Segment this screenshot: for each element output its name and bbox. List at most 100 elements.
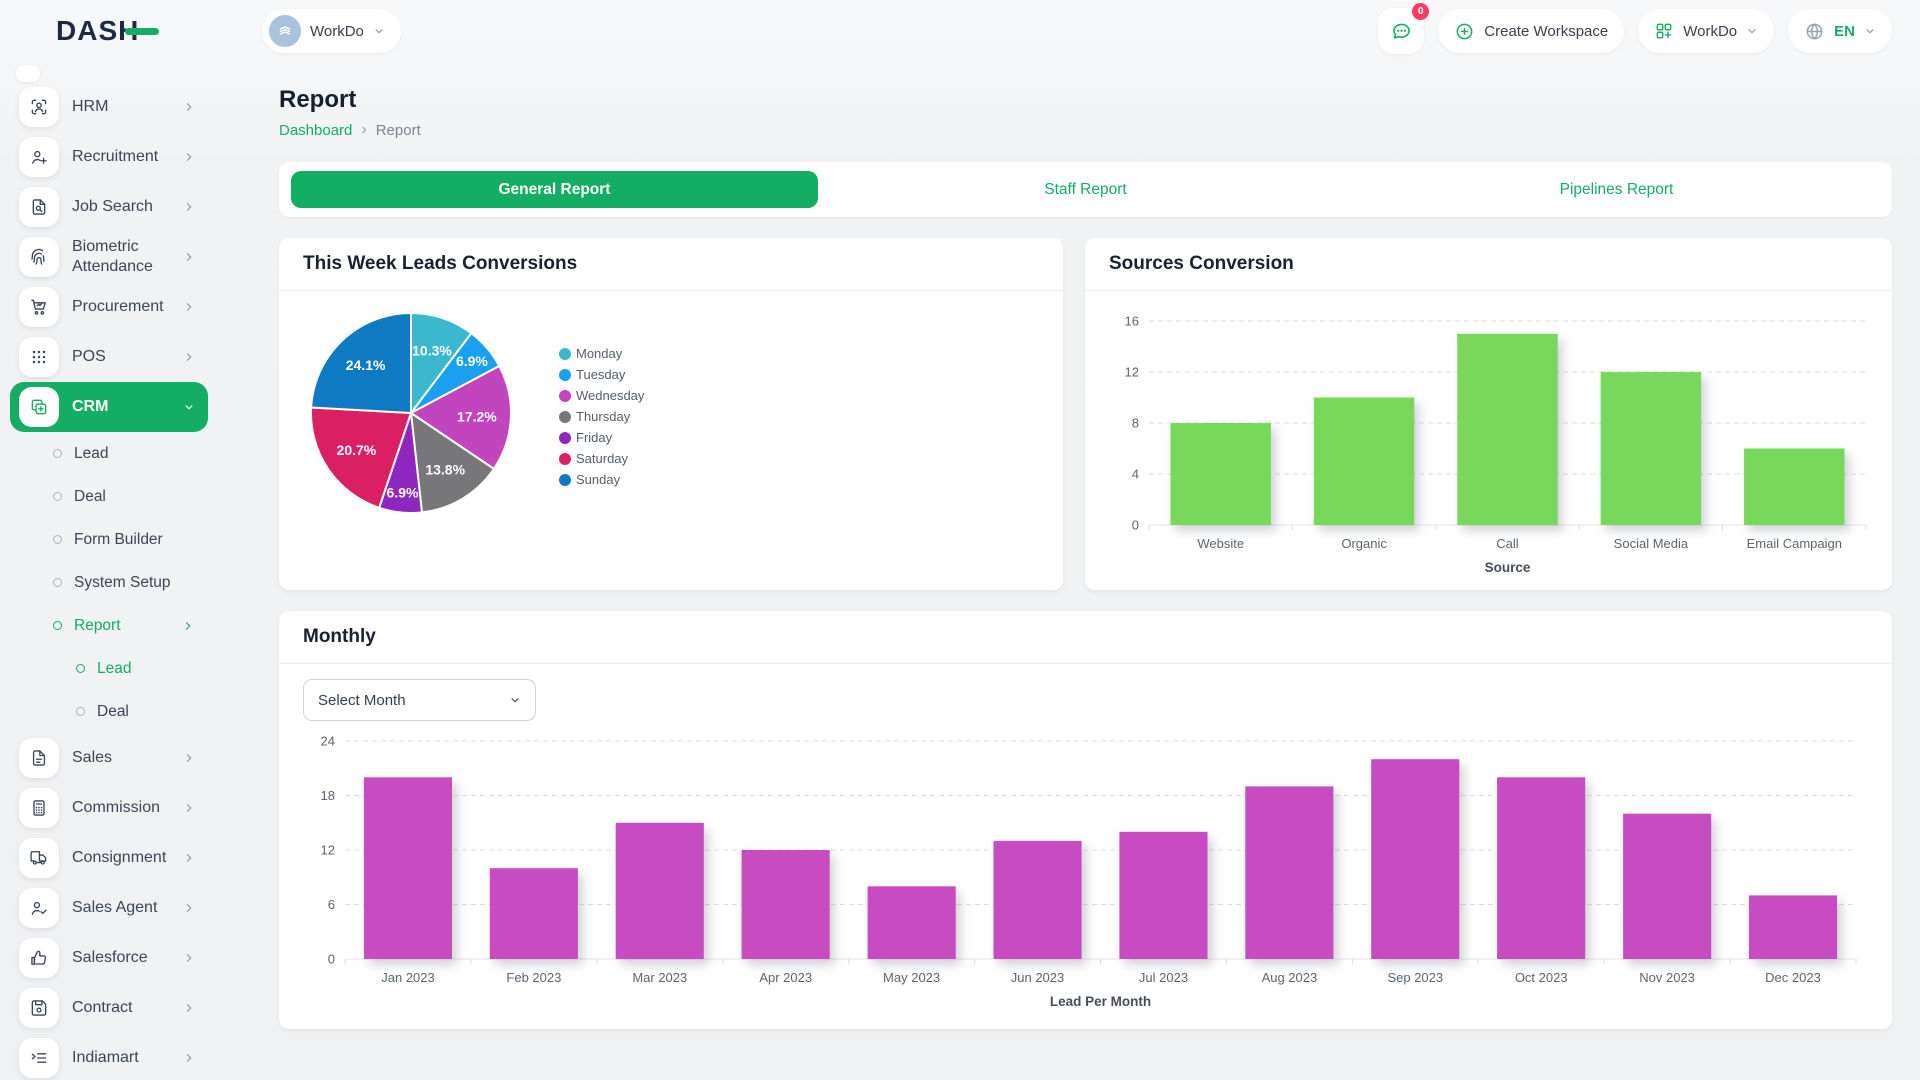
sidebar-item-label: Report	[74, 616, 170, 635]
sidebar-item-system-setup[interactable]: System Setup	[0, 561, 218, 604]
legend-item-thursday[interactable]: Thursday	[559, 406, 644, 427]
leads-pie-chart[interactable]: 10.3%6.9%17.2%13.8%6.9%20.7%24.1%	[305, 307, 517, 519]
x-axis-title: Source	[1485, 560, 1531, 575]
legend-item-sunday[interactable]: Sunday	[559, 469, 644, 490]
select-month-dropdown[interactable]: Select Month	[303, 679, 536, 721]
commission-icon	[19, 788, 59, 828]
tab-pipelines-report[interactable]: Pipelines Report	[1353, 171, 1880, 208]
sidebar-item-lead[interactable]: Lead	[0, 432, 218, 475]
bar-feb-2023[interactable]	[490, 868, 578, 959]
language-selector[interactable]: EN	[1788, 9, 1892, 53]
sidebar-item-label: Lead	[74, 444, 194, 463]
sources-card-title: Sources Conversion	[1109, 253, 1294, 275]
legend-item-wednesday[interactable]: Wednesday	[559, 385, 644, 406]
sidebar-item-label: Indiamart	[72, 1048, 170, 1068]
salesforce-icon	[19, 938, 59, 978]
bullet-icon	[76, 664, 85, 673]
bar-jul-2023[interactable]	[1119, 832, 1207, 959]
bar-sep-2023[interactable]	[1371, 759, 1459, 959]
y-tick-label: 0	[1132, 518, 1139, 533]
leads-card-title: This Week Leads Conversions	[303, 253, 577, 275]
sidebar-item-form-builder[interactable]: Form Builder	[0, 518, 218, 561]
bar-call[interactable]	[1457, 334, 1557, 525]
bullet-icon	[53, 621, 62, 630]
pie-data-label: 24.1%	[346, 357, 386, 373]
sidebar-item-crm[interactable]: CRM	[10, 382, 208, 432]
sales-agent-icon	[19, 888, 59, 928]
bar-oct-2023[interactable]	[1497, 777, 1585, 959]
sidebar-item-label: Procurement	[72, 297, 170, 317]
sidebar-item-job-search[interactable]: Job Search	[10, 182, 208, 232]
pie-data-label: 6.9%	[387, 485, 419, 501]
bar-email-campaign[interactable]	[1744, 449, 1844, 526]
sidebar-item-biometric-attendance[interactable]: Biometric Attendance	[10, 232, 208, 282]
sidebar-item-sales-agent[interactable]: Sales Agent	[10, 883, 208, 933]
chevron-down-icon	[509, 694, 521, 706]
bar-nov-2023[interactable]	[1623, 814, 1711, 959]
sidebar-item-pos[interactable]: POS	[10, 332, 208, 382]
workspace-switcher[interactable]: WorkDo	[262, 9, 401, 53]
legend-item-saturday[interactable]: Saturday	[559, 448, 644, 469]
messages-button[interactable]: 0	[1378, 8, 1424, 54]
job-search-icon	[19, 187, 59, 227]
bar-aug-2023[interactable]	[1245, 786, 1333, 959]
legend-item-tuesday[interactable]: Tuesday	[559, 364, 644, 385]
bar-social-media[interactable]	[1601, 372, 1701, 525]
legend-dot-icon	[559, 474, 571, 486]
sidebar-item-lead[interactable]: Lead	[0, 647, 218, 690]
bar-may-2023[interactable]	[868, 886, 956, 959]
sidebar-scroll-pill[interactable]	[16, 65, 40, 82]
sidebar-item-deal[interactable]: Deal	[0, 690, 218, 733]
monthly-bar-chart[interactable]: 06121824Jan 2023Feb 2023Mar 2023Apr 2023…	[303, 729, 1868, 1021]
bar-dec-2023[interactable]	[1749, 895, 1837, 959]
monthly-card-title: Monthly	[303, 626, 376, 648]
sidebar-item-commission[interactable]: Commission	[10, 783, 208, 833]
tab-general-report[interactable]: General Report	[291, 171, 818, 208]
legend-item-monday[interactable]: Monday	[559, 343, 644, 364]
y-tick-label: 4	[1132, 467, 1139, 482]
breadcrumb-link-dashboard[interactable]: Dashboard	[279, 122, 352, 139]
bar-jan-2023[interactable]	[364, 777, 452, 959]
bar-website[interactable]	[1171, 423, 1271, 525]
logo-dash-icon	[125, 28, 159, 35]
tab-staff-report[interactable]: Staff Report	[822, 171, 1349, 208]
sidebar-item-recruitment[interactable]: Recruitment	[10, 132, 208, 182]
sidebar-item-salesforce[interactable]: Salesforce	[10, 933, 208, 983]
sidebar-item-indiamart[interactable]: Indiamart	[10, 1033, 208, 1080]
y-tick-label: 24	[321, 734, 335, 749]
top-header: DASH WorkDo 0 Create Workspace	[0, 0, 1920, 62]
chevron-right-icon	[183, 752, 195, 764]
create-workspace-button[interactable]: Create Workspace	[1438, 9, 1624, 53]
sidebar-item-report[interactable]: Report	[0, 604, 218, 647]
chevron-right-icon	[183, 802, 195, 814]
y-tick-label: 6	[328, 897, 335, 912]
app-logo[interactable]: DASH	[0, 15, 218, 47]
sidebar-item-sales[interactable]: Sales	[10, 733, 208, 783]
create-workspace-label: Create Workspace	[1484, 23, 1608, 40]
chevron-right-icon	[183, 351, 195, 363]
y-tick-label: 18	[321, 788, 335, 803]
sidebar-item-procurement[interactable]: Procurement	[10, 282, 208, 332]
sidebar-item-label: Consignment	[72, 848, 170, 868]
workdo-menu-button[interactable]: WorkDo	[1638, 9, 1774, 53]
bar-mar-2023[interactable]	[616, 823, 704, 959]
bar-apr-2023[interactable]	[742, 850, 830, 959]
sidebar-item-consignment[interactable]: Consignment	[10, 833, 208, 883]
sidebar-item-deal[interactable]: Deal	[0, 475, 218, 518]
y-tick-label: 0	[328, 952, 335, 967]
bar-organic[interactable]	[1314, 398, 1414, 526]
chevron-down-icon	[373, 25, 385, 37]
sources-bar-chart[interactable]: 0481216WebsiteOrganicCallSocial MediaEma…	[1103, 293, 1874, 589]
x-tick-label: Call	[1496, 536, 1519, 551]
chevron-down-icon	[183, 401, 195, 413]
contract-icon	[19, 988, 59, 1028]
legend-item-friday[interactable]: Friday	[559, 427, 644, 448]
bar-jun-2023[interactable]	[994, 841, 1082, 959]
sidebar-item-contract[interactable]: Contract	[10, 983, 208, 1033]
pos-icon	[19, 337, 59, 377]
bullet-icon	[76, 707, 85, 716]
building-icon	[275, 21, 295, 41]
bullet-icon	[53, 449, 62, 458]
sidebar-item-hrm[interactable]: HRM	[10, 82, 208, 132]
x-tick-label: Email Campaign	[1747, 536, 1842, 551]
